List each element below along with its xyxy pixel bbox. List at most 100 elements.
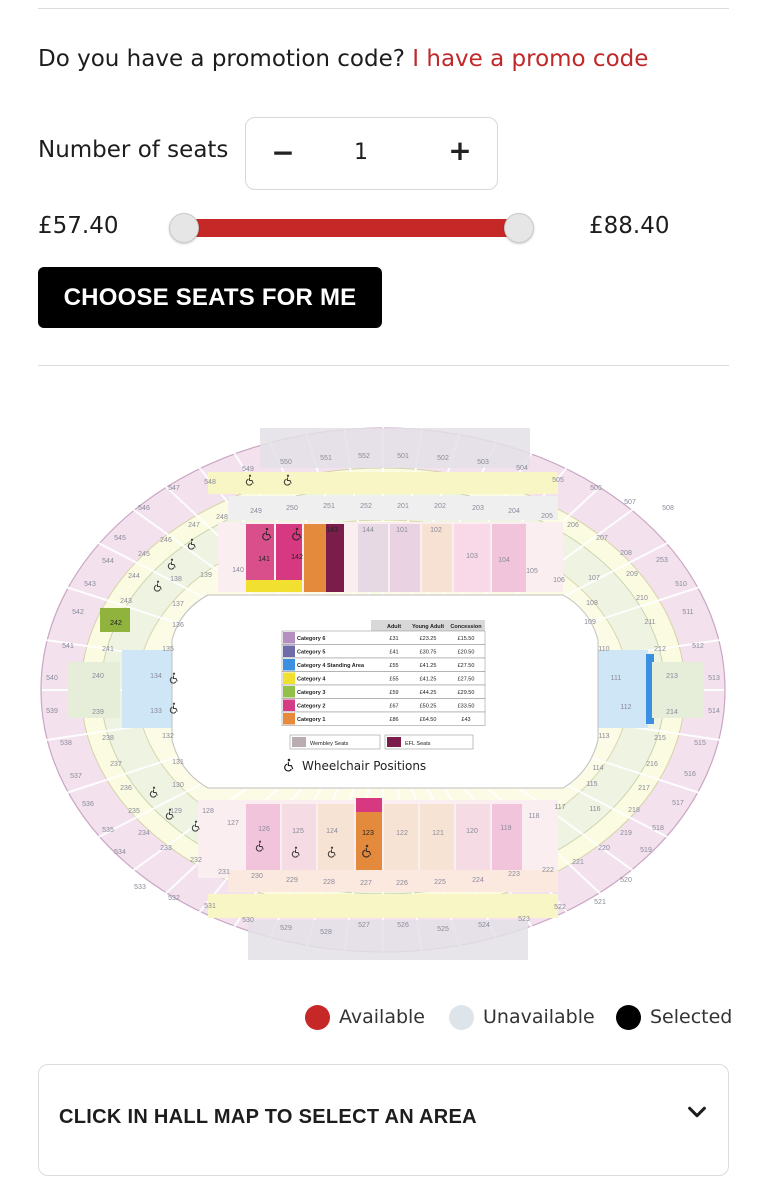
section-143-efl[interactable] [326,524,344,592]
price-table-row: Category 6 £31 £23.25 £15.50 [281,630,486,645]
label-127: 127 [227,820,239,827]
label-534: 534 [114,849,126,856]
price-cell-name: Category 3 [297,690,325,696]
label-508: 508 [662,505,674,512]
stadium-map[interactable]: 547 548 549 550 551 552 501 502 503 504 … [38,400,728,985]
right-standing-area[interactable] [598,650,648,728]
label-528: 528 [320,929,332,936]
section-125[interactable] [282,804,316,870]
price-min-handle[interactable] [169,213,199,243]
label-208: 208 [620,550,632,557]
label-120: 120 [466,828,478,835]
section-102[interactable] [422,524,452,592]
section-143-a[interactable] [304,524,326,592]
label-243: 243 [120,598,132,605]
label-135: 135 [162,646,174,653]
label-252: 252 [360,503,372,510]
area-select-dropdown[interactable]: CLICK IN HALL MAP TO SELECT AN AREA [38,1064,729,1176]
label-533: 533 [134,884,146,891]
label-507: 507 [624,499,636,506]
price-max-handle[interactable] [504,213,534,243]
left-standing-area[interactable] [122,650,172,728]
price-cell-concession: £29.50 [458,690,475,696]
label-538: 538 [60,740,72,747]
label-223: 223 [508,871,520,878]
section-120[interactable] [456,804,490,870]
label-228: 228 [323,879,335,886]
section-121[interactable] [420,804,454,870]
price-cell-concession: £43 [461,717,470,723]
map-divider [38,365,729,366]
label-518: 518 [652,825,664,832]
section-123-top [356,798,382,812]
price-cell-concession: £33.50 [458,704,475,710]
label-105: 105 [526,568,538,575]
decrease-seats-button[interactable]: − [268,136,298,170]
header-adult: Adult [387,624,401,630]
price-cell-name: Category 6 [297,636,325,642]
section-101[interactable] [390,524,420,592]
label-125: 125 [292,828,304,835]
key-wembley-swatch [292,737,306,747]
label-219: 219 [620,830,632,837]
price-table-row: Category 3 £59 £44.25 £29.50 [281,684,486,699]
label-222: 222 [542,867,554,874]
section-124[interactable] [318,804,354,870]
label-546: 546 [138,505,150,512]
label-521: 521 [594,899,606,906]
price-cell-concession: £27.50 [458,663,475,669]
label-143: 143 [326,527,338,534]
label-109: 109 [584,619,596,626]
seat-count-value[interactable]: 1 [346,140,376,165]
label-124: 124 [326,828,338,835]
top-tier-grey-block[interactable] [260,428,530,468]
label-517: 517 [672,800,684,807]
label-239: 239 [92,709,104,716]
label-101: 101 [396,527,408,534]
section-144[interactable] [358,524,388,592]
price-min-label: £57.40 [38,213,119,239]
top-divider [38,8,729,9]
section-119[interactable] [492,804,522,870]
label-218: 218 [628,807,640,814]
label-203: 203 [472,505,484,512]
label-229: 229 [286,877,298,884]
promo-code-link[interactable]: I have a promo code [412,46,648,72]
label-230: 230 [251,873,263,880]
price-cell-young: £30.75 [420,650,437,656]
bottom-yellow-row[interactable] [208,894,558,918]
price-cell-young: £41.25 [420,677,437,683]
label-253: 253 [656,557,668,564]
section-122[interactable] [384,804,418,870]
section-126[interactable] [246,804,280,870]
price-cell-concession: £27.50 [458,677,475,683]
label-248: 248 [216,514,228,521]
label-118: 118 [528,813,539,820]
label-241: 241 [102,646,114,653]
label-206: 206 [567,522,579,529]
legend-available-label: Available [339,1006,426,1028]
label-545: 545 [114,535,126,542]
label-540: 540 [46,675,58,682]
label-227: 227 [360,880,372,887]
category-swatch [283,659,295,671]
increase-seats-button[interactable]: + [445,134,475,168]
category-swatch [283,713,295,725]
area-select-label: CLICK IN HALL MAP TO SELECT AN AREA [59,1106,477,1128]
right-mid-sections[interactable] [652,662,704,718]
price-range-track[interactable] [184,219,519,237]
label-213: 213 [666,673,678,680]
price-cell-adult: £59 [389,690,398,696]
chevron-down-icon[interactable] [686,1101,708,1123]
label-501: 501 [397,453,409,460]
label-237: 237 [110,761,122,768]
label-238: 238 [102,735,114,742]
label-506: 506 [590,485,602,492]
top-yellow-row[interactable] [208,472,558,494]
legend-unavailable-label: Unavailable [483,1006,595,1028]
label-123: 123 [362,830,374,837]
choose-seats-button[interactable]: CHOOSE SEATS FOR ME [38,267,382,328]
label-249: 249 [250,508,262,515]
label-130: 130 [172,782,184,789]
price-cell-young: £41.25 [420,663,437,669]
